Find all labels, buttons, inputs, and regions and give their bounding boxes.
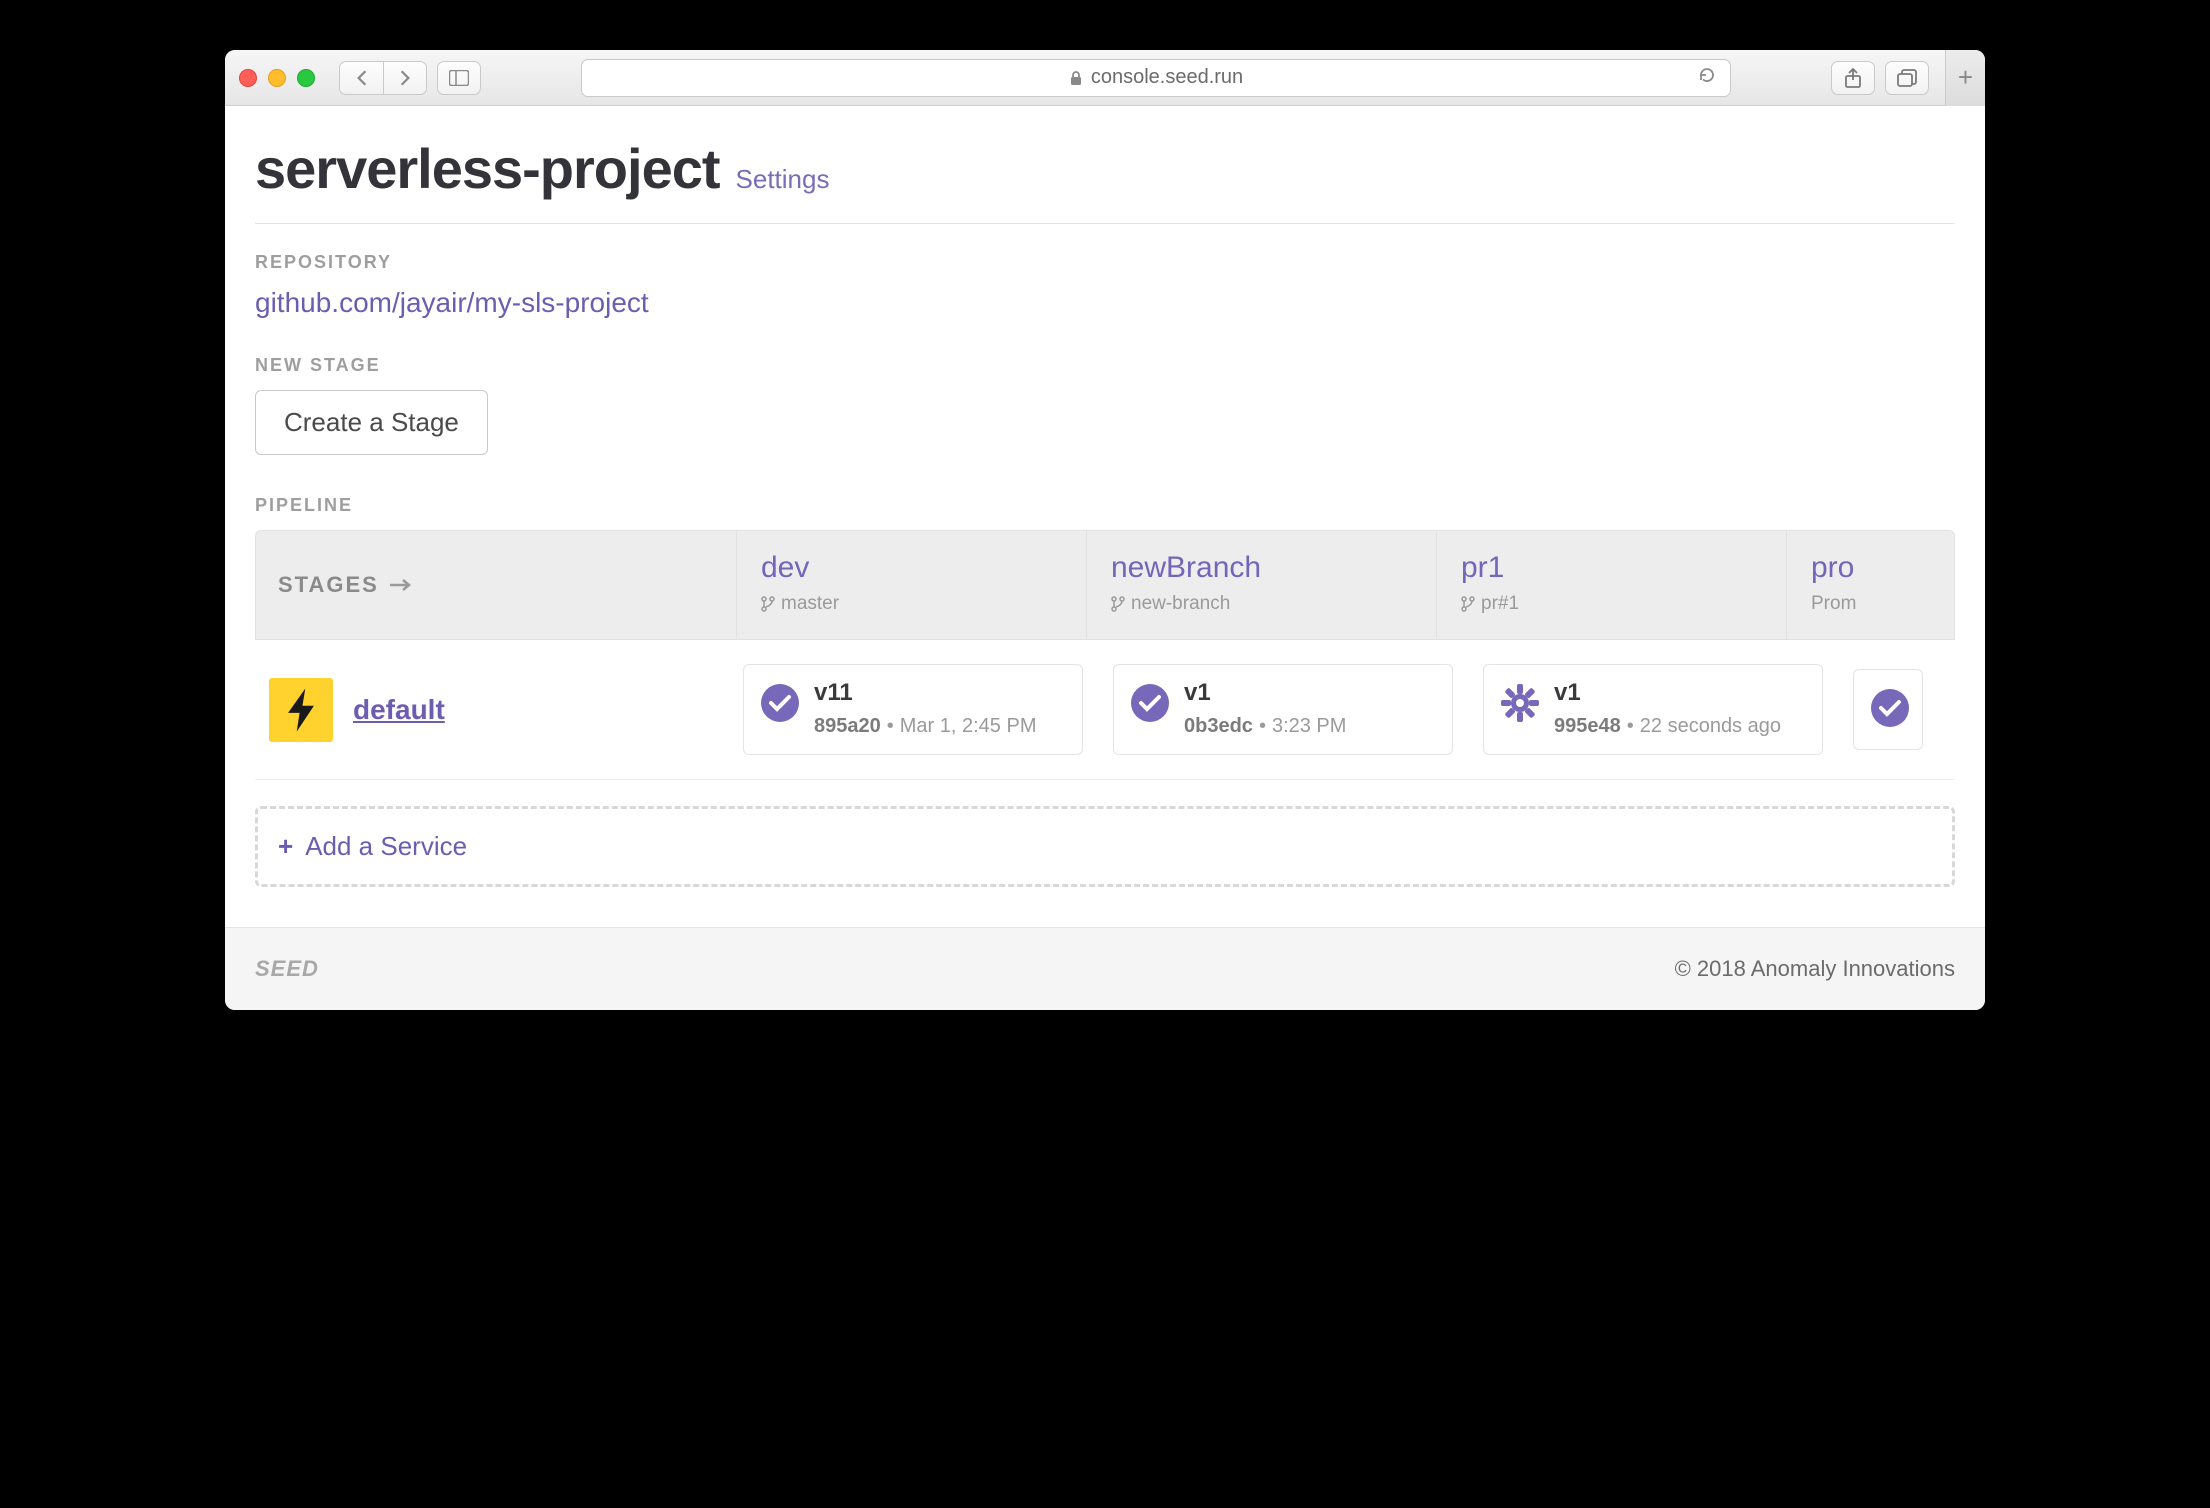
stage-branch: new-branch	[1111, 593, 1412, 615]
check-circle-icon	[1130, 683, 1170, 728]
stage-name: pr1	[1461, 551, 1762, 585]
reload-button[interactable]	[1698, 66, 1716, 90]
create-stage-button[interactable]: Create a Stage	[255, 390, 488, 455]
build-info: v1 995e48•22 seconds ago	[1554, 679, 1781, 738]
maximize-window-button[interactable]	[297, 69, 315, 87]
project-title: serverless-project	[255, 136, 720, 201]
build-card-prod[interactable]	[1853, 669, 1923, 750]
gear-icon	[1500, 683, 1540, 728]
service-icon	[269, 678, 333, 742]
add-service-button[interactable]: + Add a Service	[255, 806, 1955, 887]
check-circle-icon	[1870, 688, 1910, 733]
stage-column-prod[interactable]: pro Prom	[1786, 531, 1876, 639]
pipeline-header: STAGES dev master newBranch new-branch p…	[255, 530, 1955, 640]
stages-header-cell: STAGES	[256, 531, 736, 639]
reload-icon	[1698, 66, 1716, 84]
stage-column-newbranch[interactable]: newBranch new-branch	[1086, 531, 1436, 639]
git-branch-icon	[1111, 596, 1125, 612]
share-icon	[1844, 68, 1862, 88]
service-name[interactable]: default	[353, 694, 723, 726]
share-button[interactable]	[1831, 61, 1875, 95]
new-stage-label: NEW STAGE	[255, 355, 1955, 376]
sidebar-icon	[449, 70, 469, 86]
browser-window: console.seed.run + serverless-project Se…	[225, 50, 1985, 1010]
lock-icon	[1069, 70, 1083, 86]
build-version: v1	[1554, 679, 1781, 707]
build-meta: 995e48•22 seconds ago	[1554, 715, 1781, 738]
git-branch-icon	[1461, 596, 1475, 612]
add-service-label: Add a Service	[305, 831, 467, 862]
chevron-left-icon	[355, 69, 369, 87]
chevron-right-icon	[398, 69, 412, 87]
tabs-button[interactable]	[1885, 61, 1929, 95]
stage-branch: pr#1	[1461, 593, 1762, 615]
stage-column-dev[interactable]: dev master	[736, 531, 1086, 639]
repository-label: REPOSITORY	[255, 252, 1955, 273]
nav-buttons	[339, 61, 427, 95]
service-row: default v11 895a20•Mar 1, 2:45 PM v1	[255, 640, 1955, 780]
build-time: 22 seconds ago	[1640, 715, 1781, 737]
repository-link[interactable]: github.com/jayair/my-sls-project	[255, 287, 649, 319]
stage-branch: master	[761, 593, 1062, 615]
forward-button[interactable]	[383, 61, 427, 95]
commit-hash: 0b3edc	[1184, 715, 1253, 737]
tabs-icon	[1897, 69, 1917, 87]
url-text: console.seed.run	[1091, 66, 1243, 89]
stage-sub: Prom	[1811, 593, 1876, 615]
pipeline-label: PIPELINE	[255, 495, 1955, 516]
build-meta: 895a20•Mar 1, 2:45 PM	[814, 715, 1036, 738]
footer-copyright: © 2018 Anomaly Innovations	[1675, 956, 1955, 982]
toolbar-right: +	[1831, 61, 1971, 95]
close-window-button[interactable]	[239, 69, 257, 87]
settings-link[interactable]: Settings	[736, 164, 830, 195]
page-header: serverless-project Settings	[255, 136, 1955, 224]
lightning-icon	[283, 687, 319, 733]
check-circle-icon	[760, 683, 800, 728]
stage-name: dev	[761, 551, 1062, 585]
build-card-newbranch[interactable]: v1 0b3edc•3:23 PM	[1113, 664, 1453, 755]
sidebar-toggle-button[interactable]	[437, 61, 481, 95]
stage-name: pro	[1811, 551, 1876, 585]
build-version: v11	[814, 679, 1036, 707]
footer-brand: SEED	[255, 956, 319, 982]
build-time: Mar 1, 2:45 PM	[900, 715, 1037, 737]
build-time: 3:23 PM	[1272, 715, 1346, 737]
build-meta: 0b3edc•3:23 PM	[1184, 715, 1346, 738]
back-button[interactable]	[339, 61, 383, 95]
minimize-window-button[interactable]	[268, 69, 286, 87]
stages-header-text: STAGES	[278, 572, 379, 598]
page-content: serverless-project Settings REPOSITORY g…	[225, 106, 1985, 887]
stage-column-pr1[interactable]: pr1 pr#1	[1436, 531, 1786, 639]
build-info: v11 895a20•Mar 1, 2:45 PM	[814, 679, 1036, 738]
stage-name: newBranch	[1111, 551, 1412, 585]
build-version: v1	[1184, 679, 1346, 707]
url-bar[interactable]: console.seed.run	[581, 59, 1731, 97]
page-footer: SEED © 2018 Anomaly Innovations	[225, 927, 1985, 1010]
build-info: v1 0b3edc•3:23 PM	[1184, 679, 1346, 738]
commit-hash: 995e48	[1554, 715, 1621, 737]
build-card-pr1[interactable]: v1 995e48•22 seconds ago	[1483, 664, 1823, 755]
new-tab-button[interactable]: +	[1945, 50, 1985, 106]
traffic-lights	[239, 69, 315, 87]
commit-hash: 895a20	[814, 715, 881, 737]
browser-titlebar: console.seed.run +	[225, 50, 1985, 106]
arrow-right-icon	[389, 578, 411, 592]
build-card-dev[interactable]: v11 895a20•Mar 1, 2:45 PM	[743, 664, 1083, 755]
plus-icon: +	[278, 831, 293, 862]
git-branch-icon	[761, 596, 775, 612]
